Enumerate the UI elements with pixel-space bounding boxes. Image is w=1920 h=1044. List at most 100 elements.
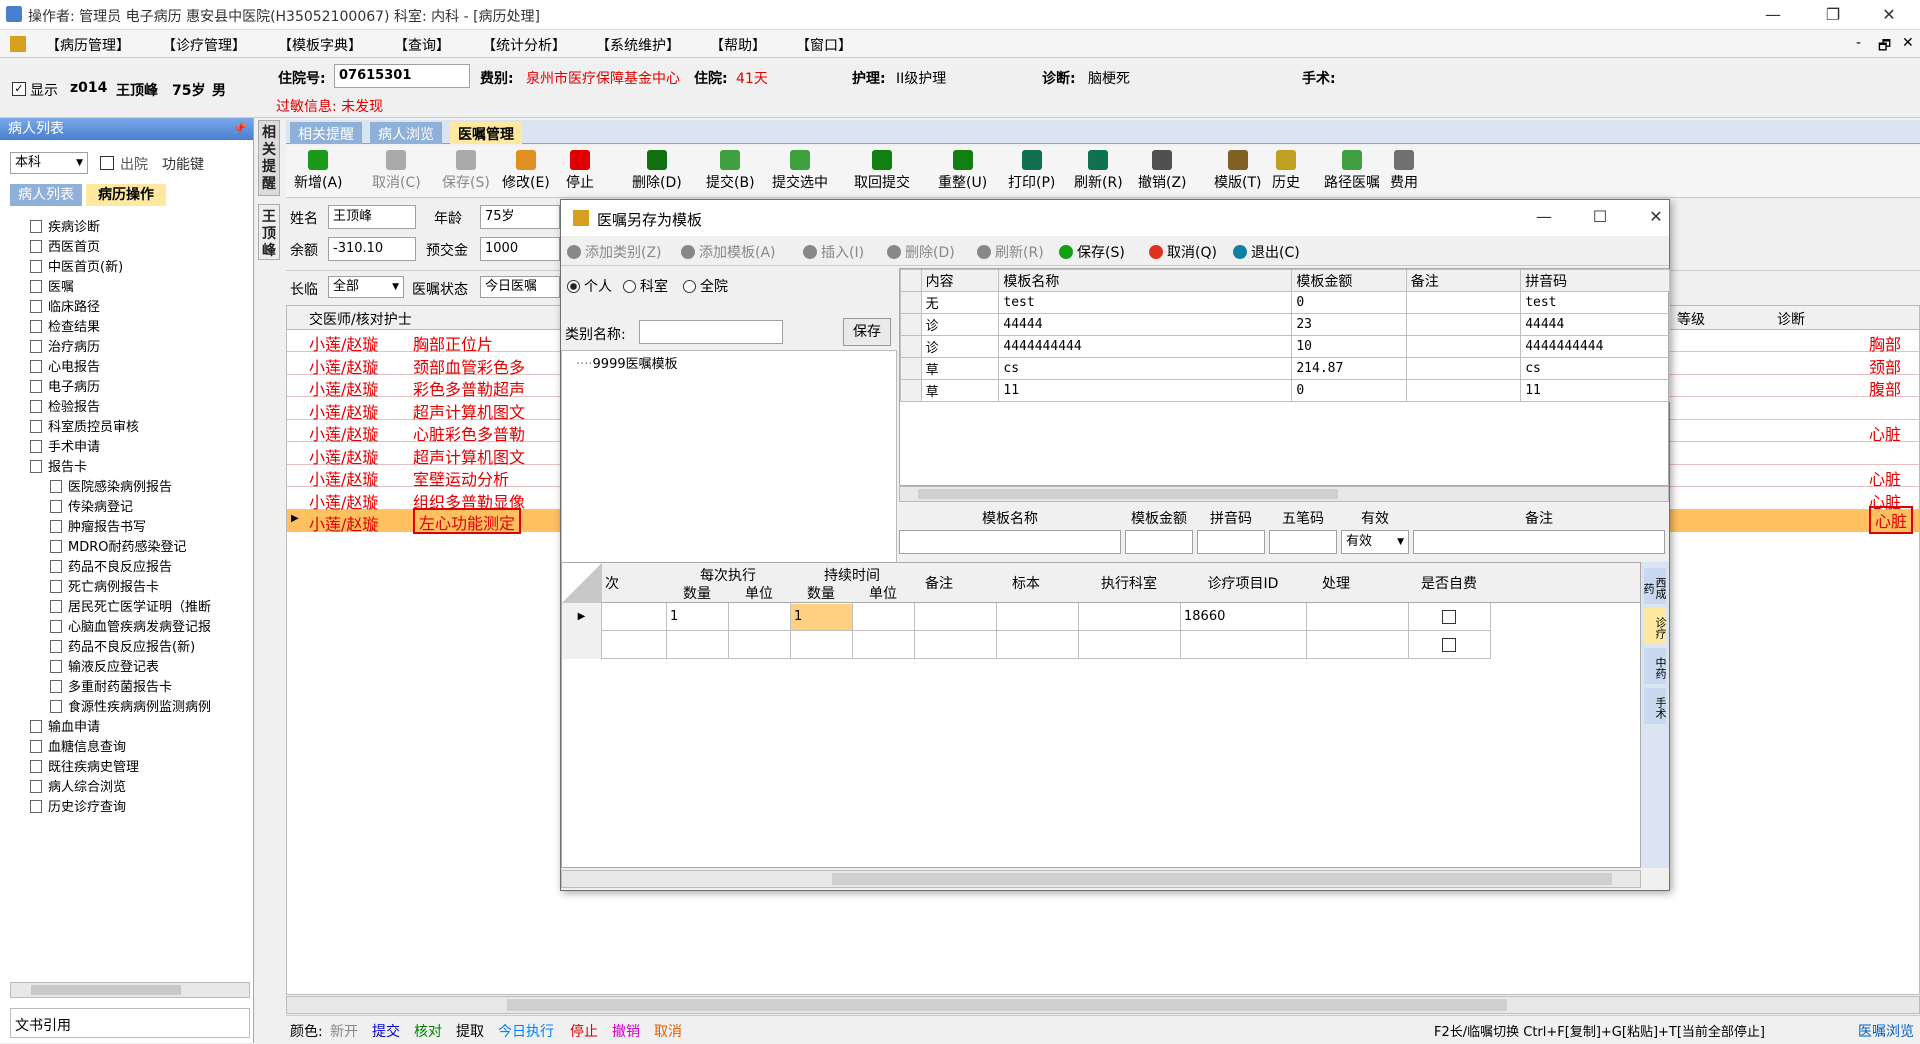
menu-system[interactable]: 【系统维护】 [596, 35, 680, 55]
edit-field-5[interactable] [1413, 530, 1665, 554]
refresh-button[interactable]: 刷新(R) [977, 242, 1044, 262]
orders-hscrollbar[interactable] [286, 996, 1920, 1014]
row-selector[interactable] [900, 313, 922, 336]
orders-hscroll-thumb[interactable] [507, 999, 1507, 1011]
tree-item[interactable]: 输血申请 [20, 718, 248, 738]
tab-reminder[interactable]: 相关提醒 [290, 122, 362, 144]
edit-field-0[interactable] [899, 530, 1121, 554]
doc-reference[interactable]: 文书引用 [10, 1008, 250, 1038]
tree-hscrollbar[interactable] [10, 982, 250, 998]
template-button[interactable]: 模版(T) [1214, 150, 1261, 192]
save-button[interactable]: 保存(S) [442, 150, 490, 192]
tree-item[interactable]: 医嘱 [20, 278, 248, 298]
edit-field-2[interactable] [1197, 530, 1265, 554]
tree-item[interactable]: 血糖信息查询 [20, 738, 248, 758]
edit-field-3[interactable] [1269, 530, 1337, 554]
tree-item[interactable]: MDRO耐药感染登记 [20, 538, 248, 558]
prepay-field[interactable]: 1000 [480, 237, 560, 261]
tab-record-ops[interactable]: 病历操作 [86, 184, 166, 206]
tree-item[interactable]: 历史诊疗查询 [20, 798, 248, 818]
table-row[interactable]: 诊 4444444444 10 4444444444 [900, 335, 1670, 358]
tab-patient-browse[interactable]: 病人浏览 [370, 122, 442, 144]
tree-item[interactable]: 居民死亡医学证明（推断 [20, 598, 248, 618]
add-template-button[interactable]: 添加模板(A) [681, 242, 776, 262]
pin-icon[interactable]: 📌 [233, 118, 247, 140]
tree-item[interactable]: 食源性疾病病例监测病例 [20, 698, 248, 718]
add-category-button[interactable]: 添加类别(Z) [567, 242, 662, 262]
tab-order-mgmt[interactable]: 医嘱管理 [450, 122, 522, 144]
dialog-maximize-button[interactable]: ☐ [1577, 204, 1623, 230]
age-field[interactable]: 75岁 [480, 205, 560, 229]
row-selector[interactable] [900, 357, 922, 380]
retrieve-button[interactable]: 取回提交 [854, 150, 910, 192]
tree-item[interactable]: 临床路径 [20, 298, 248, 318]
edit-field-1[interactable] [1125, 530, 1193, 554]
submit-button[interactable]: 提交(B) [706, 150, 755, 192]
select-all-corner[interactable] [562, 563, 602, 603]
tree-item[interactable]: 疾病诊断 [20, 218, 248, 238]
table-row[interactable] [562, 631, 1491, 659]
function-key-button[interactable]: 功能键 [162, 154, 204, 174]
tree-item[interactable]: 科室质控员审核 [20, 418, 248, 438]
fee-button[interactable]: 费用 [1390, 150, 1418, 192]
table-row[interactable]: 草 cs 214.87 cs [900, 357, 1670, 380]
edit-button[interactable]: 修改(E) [502, 150, 550, 192]
side-tab-patient[interactable]: 王顶峰 [258, 204, 280, 260]
path-order-button[interactable]: 路径医嘱 [1324, 150, 1380, 192]
table-row[interactable]: 诊 44444 23 44444 [900, 313, 1670, 336]
menu-template[interactable]: 【模板字典】 [278, 35, 362, 55]
hscroll-thumb[interactable] [31, 985, 181, 995]
menu-record[interactable]: 【病历管理】 [46, 35, 130, 55]
tree-item[interactable]: 检验报告 [20, 398, 248, 418]
scope-radio-1[interactable]: 科室 [623, 276, 668, 296]
self-pay-checkbox[interactable] [1442, 610, 1456, 624]
menu-query[interactable]: 【查询】 [394, 35, 450, 55]
dept-select[interactable]: 本科 ▼ [10, 152, 88, 174]
tree-item[interactable]: 心脑血管疾病发病登记报 [20, 618, 248, 638]
tree-item[interactable]: 死亡病例报告卡 [20, 578, 248, 598]
delete-button[interactable]: 删除(D) [887, 242, 955, 262]
dialog-close-button[interactable]: ✕ [1633, 204, 1679, 230]
mdi-restore[interactable]: 🗗 [1878, 35, 1891, 59]
minimize-button[interactable]: — [1750, 2, 1796, 28]
tree-item[interactable]: 输液反应登记表 [20, 658, 248, 678]
scope-radio-0[interactable]: 个人 [567, 276, 612, 296]
tree-item[interactable]: 中医首页(新) [20, 258, 248, 278]
dialog-minimize-button[interactable]: — [1521, 204, 1567, 230]
template-tree-item[interactable]: ····9999医嘱模板 [576, 353, 678, 372]
scope-radio-2[interactable]: 全院 [683, 276, 728, 296]
tree-item[interactable]: 医院感染病例报告 [20, 478, 248, 498]
reorganize-button[interactable]: 重整(U) [938, 150, 987, 192]
tree-item[interactable]: 既往疾病史管理 [20, 758, 248, 778]
tree-item[interactable]: 西医首页 [20, 238, 248, 258]
cancel-button[interactable]: 取消(Q) [1149, 242, 1217, 262]
row-selector[interactable] [900, 335, 922, 358]
duration-qty[interactable]: 1 [791, 604, 852, 630]
table-row[interactable]: 无 test 0 test [900, 291, 1670, 314]
vtab-1[interactable]: 诊疗 [1644, 608, 1667, 644]
category-name-input[interactable] [639, 320, 783, 344]
menu-help[interactable]: 【帮助】 [710, 35, 766, 55]
tree-item[interactable]: 治疗病历 [20, 338, 248, 358]
vtab-0[interactable]: 西成药 [1642, 568, 1667, 604]
mdi-close[interactable]: ✕ [1902, 35, 1914, 51]
tree-item[interactable]: 电子病历 [20, 378, 248, 398]
inpatient-no-field[interactable]: 07615301 [334, 64, 470, 88]
category-save-button[interactable]: 保存 [843, 318, 891, 346]
long-select[interactable]: 全部 ▼ [328, 276, 404, 298]
template-hscroll-thumb[interactable] [918, 489, 1338, 499]
name-field[interactable]: 王顶峰 [328, 205, 416, 229]
tree-item[interactable]: 药品不良反应报告 [20, 558, 248, 578]
detail-hscrollbar[interactable] [561, 870, 1641, 888]
history-button[interactable]: 历史 [1272, 150, 1300, 192]
tree-item[interactable]: 报告卡 [20, 458, 248, 478]
tree-item[interactable]: 传染病登记 [20, 498, 248, 518]
add-button[interactable]: 新增(A) [294, 150, 343, 192]
tree-item[interactable]: 检查结果 [20, 318, 248, 338]
tree-item[interactable]: 手术申请 [20, 438, 248, 458]
maximize-button[interactable]: ❐ [1810, 2, 1856, 28]
side-tab-reminder[interactable]: 相关提醒 [258, 120, 280, 196]
tree-item[interactable]: 心电报告 [20, 358, 248, 378]
row-selector[interactable] [900, 291, 922, 314]
template-hscrollbar[interactable] [899, 486, 1669, 502]
